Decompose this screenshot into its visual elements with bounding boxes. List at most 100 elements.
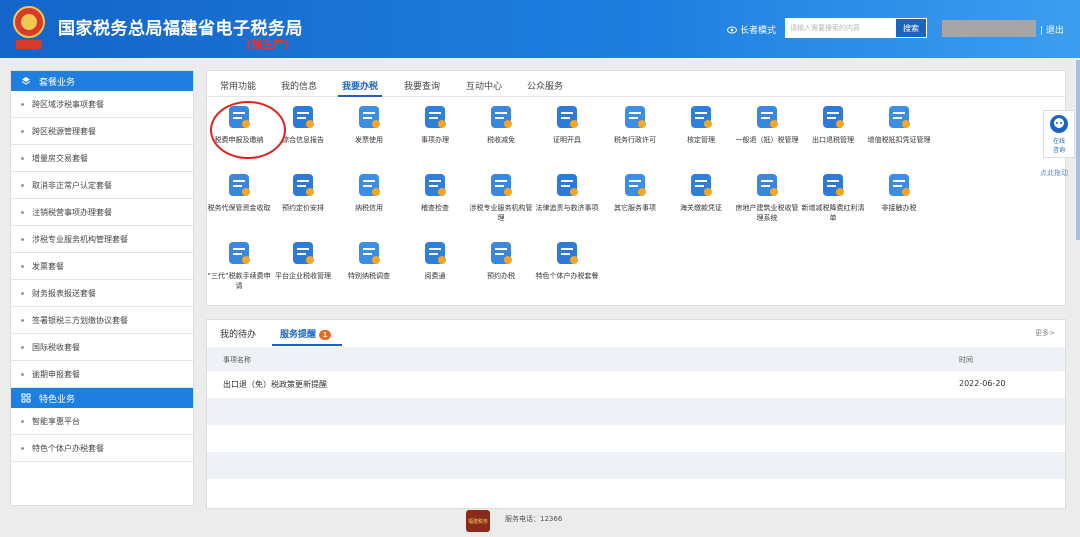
function-item-label: 新增减税降费红利清单: [801, 204, 865, 222]
sidebar-item[interactable]: 跨区域涉税事项套餐: [11, 91, 193, 118]
logout-link[interactable]: | 退出: [1040, 23, 1064, 36]
bullet-dot: [21, 264, 24, 268]
row-name[interactable]: 出口退（免）税政策更新提醒: [223, 379, 327, 390]
sidebar-section-packages[interactable]: 套餐业务: [11, 71, 193, 91]
footer-seal-logo: 福建税务: [466, 510, 490, 532]
bullet-dot: [21, 183, 24, 187]
function-item-label: 出口退税管理: [812, 136, 854, 144]
sidebar-item[interactable]: 涉税专业服务机构管理套餐: [11, 226, 193, 253]
inspector-icon: [425, 174, 446, 196]
function-item-label: 阅费通: [424, 272, 446, 280]
function-item[interactable]: 事项办理: [403, 103, 467, 145]
tab-common[interactable]: 常用功能: [220, 79, 256, 92]
tab-query[interactable]: 我要查询: [404, 79, 440, 92]
function-item[interactable]: 涉税专业服务机构管理: [469, 171, 533, 223]
sidebar-item[interactable]: 财务报表报送套餐: [11, 280, 193, 307]
tab-interaction[interactable]: 互动中心: [466, 79, 502, 92]
bullet-dot: [21, 446, 24, 450]
sidebar: 套餐业务 跨区域涉税事项套餐 跨区税源管理套餐 增量房交易套餐 取消非正常户认定套餐注…: [10, 70, 194, 506]
function-item[interactable]: 阅费通: [403, 239, 467, 281]
function-item-label: 房地产建筑业税收管理系统: [735, 204, 799, 222]
person-service-icon: [491, 174, 512, 196]
elder-mode-button[interactable]: 长者模式: [727, 23, 776, 36]
sidebar-item[interactable]: 智能享惠平台: [11, 408, 193, 435]
online-consult-button[interactable]: 在线 咨询: [1043, 110, 1075, 158]
invoice-star-icon: [359, 106, 380, 128]
function-item[interactable]: 海关缴款凭证: [669, 171, 733, 213]
column-header-name: 事项名称: [223, 356, 251, 364]
function-item[interactable]: 发票使用: [337, 103, 401, 145]
sidebar-item[interactable]: 注销税营事项办理套餐: [11, 199, 193, 226]
function-item[interactable]: 税务行政许可: [603, 103, 667, 145]
function-item-label: 其它服务事项: [614, 204, 656, 212]
function-item[interactable]: 特别纳税调查: [337, 239, 401, 281]
function-item[interactable]: 特色个体户办税套餐: [535, 239, 599, 281]
diamond-credit-icon: [359, 174, 380, 196]
function-item-label: 特别纳税调查: [348, 272, 390, 280]
function-item[interactable]: 预约定价安排: [271, 171, 335, 213]
sidebar-item[interactable]: 逾期申报套餐: [11, 361, 193, 388]
function-item[interactable]: 纳税信用: [337, 171, 401, 213]
sidebar-item[interactable]: 增量房交易套餐: [11, 145, 193, 172]
function-item[interactable]: 稽查检查: [403, 171, 467, 213]
table-row-empty: [207, 425, 1065, 452]
function-item[interactable]: 预约办税: [469, 239, 533, 281]
sidebar-item[interactable]: 取消非正常户认定套餐: [11, 172, 193, 199]
table-row[interactable]: 出口退（免）税政策更新提醒 2022-06-20: [207, 371, 1065, 398]
tab-my-todo[interactable]: 我的待办: [220, 327, 256, 340]
function-item[interactable]: 法律追责与救济事项: [535, 171, 599, 213]
tab-do-tax[interactable]: 我要办税: [342, 79, 378, 92]
function-item[interactable]: 税务代保管资金收取: [207, 171, 271, 213]
sidebar-item-label: 财务报表报送套餐: [32, 288, 96, 298]
footer-phone: 服务电话：12366: [505, 515, 563, 523]
eye-icon: [727, 26, 737, 33]
table-row-empty: [207, 452, 1065, 479]
more-link[interactable]: 更多>: [1035, 328, 1055, 338]
sidebar-section-featured[interactable]: 特色业务: [11, 388, 193, 408]
table-row-empty: [207, 479, 1065, 506]
sidebar-item[interactable]: 签署银税三方划缴协议套餐: [11, 307, 193, 334]
refund-cycle-icon: [757, 106, 778, 128]
tab-service-reminder[interactable]: 服务提醒 1: [280, 327, 332, 340]
bullet-dot: [21, 372, 24, 376]
document-list-icon: [293, 106, 314, 128]
header-bar: 国家税务总局福建省电子税务局 (预生产) 长者模式 搜索 | 退出: [0, 0, 1080, 58]
tab-public-service[interactable]: 公众服务: [527, 79, 563, 92]
function-item-label: 一般退（抵）税管理: [735, 136, 799, 144]
function-item[interactable]: 税收减免: [469, 103, 533, 145]
function-item-label: 税务行政许可: [614, 136, 656, 144]
main-tabs: 常用功能 我的信息 我要办税 我要查询 互动中心 公众服务: [207, 71, 1065, 97]
function-item[interactable]: 增值税抵扣凭证管理: [867, 103, 931, 145]
function-item[interactable]: 平台企业税收管理: [271, 239, 335, 281]
sidebar-item[interactable]: 特色个体户办税套餐: [11, 435, 193, 462]
ticket-vat-icon: [889, 106, 910, 128]
globe-contactless-icon: [889, 174, 910, 196]
sidebar-item[interactable]: 跨区税源管理套餐: [11, 118, 193, 145]
function-item[interactable]: 证明开具: [535, 103, 599, 145]
tab-my-info[interactable]: 我的信息: [281, 79, 317, 92]
function-item[interactable]: 房地产建筑业税收管理系统: [735, 171, 799, 223]
bullet-dot: [21, 419, 24, 423]
function-item-label: 预约办税: [487, 272, 515, 280]
highlight-circle: [210, 101, 286, 159]
function-item-label: 涉税专业服务机构管理: [469, 204, 533, 222]
search-button[interactable]: 搜索: [895, 18, 927, 38]
money-bag-icon: [229, 242, 250, 264]
sidebar-item[interactable]: 国际税收套餐: [11, 334, 193, 361]
search-input[interactable]: [785, 18, 895, 38]
function-item[interactable]: 非接触办税: [867, 171, 931, 213]
function-item[interactable]: 其它服务事项: [603, 171, 667, 213]
function-item-label: 增值税抵扣凭证管理: [867, 136, 931, 144]
bullet-dot: [21, 318, 24, 322]
function-item[interactable]: “三代”税款手续费申请: [207, 239, 271, 291]
chat-icon: [1050, 115, 1068, 133]
function-item[interactable]: 一般退（抵）税管理: [735, 103, 799, 145]
page-scrollbar[interactable]: [1076, 60, 1080, 240]
logout-label[interactable]: 退出: [1046, 26, 1064, 36]
sidebar-item[interactable]: 发票套餐: [11, 253, 193, 280]
bullet-dot: [21, 210, 24, 214]
drag-handle-label[interactable]: 点此拖动: [1040, 168, 1068, 178]
function-item[interactable]: 核定管理: [669, 103, 733, 145]
function-item[interactable]: 新增减税降费红利清单: [801, 171, 865, 223]
function-item[interactable]: 出口退税管理: [801, 103, 865, 145]
